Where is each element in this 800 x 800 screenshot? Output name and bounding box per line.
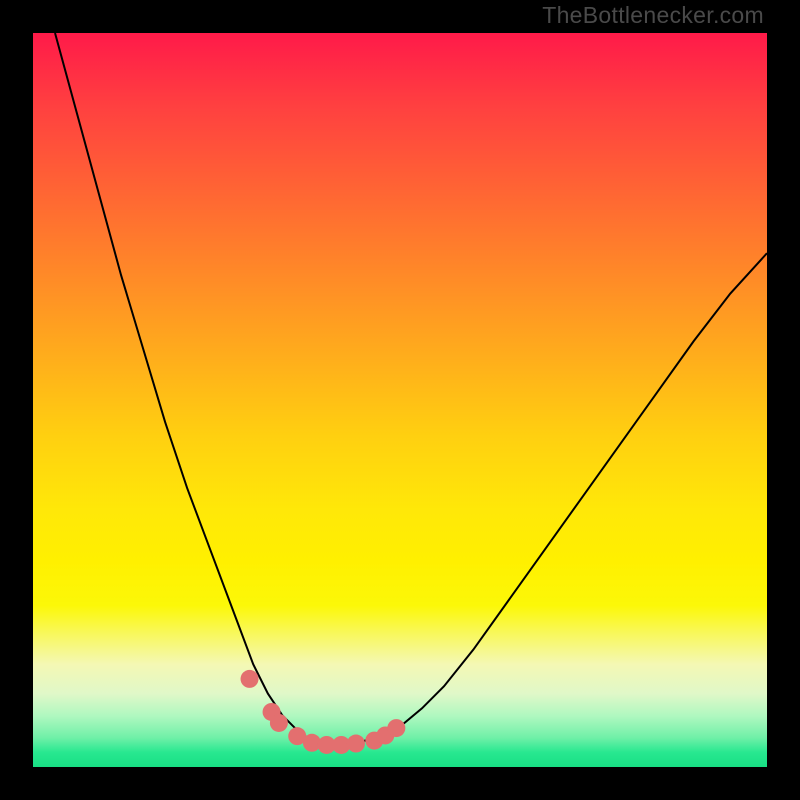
watermark-label: TheBottlenecker.com [542, 2, 764, 29]
plot-area [33, 33, 767, 767]
highlight-dot [387, 719, 405, 737]
chart-frame: TheBottlenecker.com [0, 0, 800, 800]
chart-svg [33, 33, 767, 767]
highlight-dot [347, 735, 365, 753]
highlight-dot [241, 670, 259, 688]
highlight-dot [270, 714, 288, 732]
highlight-dots [241, 670, 406, 754]
bottleneck-curve [55, 33, 767, 745]
